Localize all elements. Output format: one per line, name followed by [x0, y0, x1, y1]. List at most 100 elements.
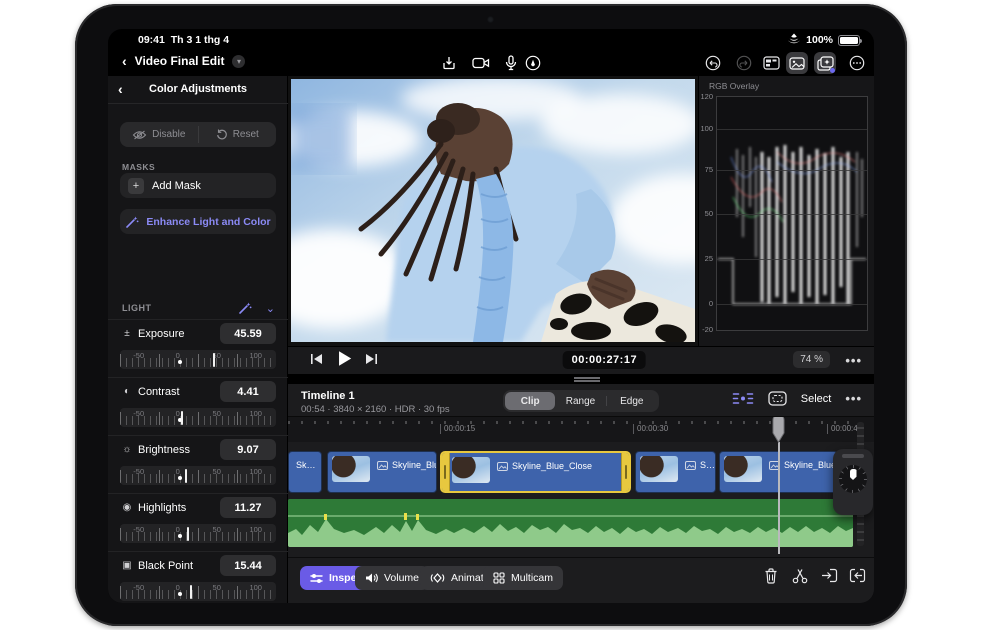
timeline-clip[interactable]: S…: [635, 451, 716, 493]
video-track: Sk… Skyline_Blue_Wide Skyline_Blue_Close: [288, 451, 874, 495]
tick-label: 50: [213, 467, 221, 476]
volume-button[interactable]: Volume: [355, 566, 429, 590]
skip-back-icon[interactable]: [310, 352, 324, 369]
tick-label: 100: [249, 409, 262, 418]
undo-icon[interactable]: [702, 52, 724, 74]
import-icon[interactable]: [438, 52, 460, 74]
brightness-value-field[interactable]: 9.07: [220, 439, 276, 460]
highlights-slider[interactable]: -50 0 50 100: [120, 524, 276, 543]
camera-icon[interactable]: [470, 52, 492, 74]
contrast-slider[interactable]: -50 0 50 100: [120, 408, 276, 427]
jog-drag-handle[interactable]: [842, 454, 864, 458]
timeline-ruler[interactable]: 00:00:15 00:00:30 00:00:45: [288, 416, 874, 442]
timeline-clip-selected[interactable]: Skyline_Blue_Close: [440, 451, 631, 493]
slider-row-black-point: ▣ Black Point 15.44 -50 0 50 100: [108, 551, 288, 603]
scissors-icon[interactable]: [792, 568, 808, 587]
panel-header: ‹ Color Adjustments: [108, 76, 288, 104]
highlights-value-field[interactable]: 11.27: [220, 497, 276, 518]
scope-axis-label: 75: [697, 165, 713, 174]
screen: 09:41 Th 3 1 thg 4 100% ‹ Video Final Ed…: [108, 29, 874, 603]
clip-thumbnail: [332, 456, 370, 482]
more-circle-icon[interactable]: [846, 52, 868, 74]
tick-label: 100: [249, 467, 262, 476]
tick-label: 0: [176, 525, 180, 534]
black-point-slider[interactable]: -50 0 50 100: [120, 582, 276, 601]
playhead-handle[interactable]: [771, 417, 786, 443]
slider-label: Exposure: [138, 328, 184, 340]
scope-axis-label: -20: [697, 325, 713, 334]
redo-icon[interactable]: [733, 52, 755, 74]
enhance-label: Enhance Light and Color: [146, 216, 270, 228]
reset-button[interactable]: Reset: [199, 122, 277, 147]
effects-badge-dot: [830, 68, 835, 73]
clip-append-icon[interactable]: [768, 391, 787, 406]
magnetic-timeline-icon[interactable]: [732, 391, 754, 406]
scope-axis-label: 120: [697, 92, 713, 101]
tick-label: 50: [213, 583, 221, 592]
timeline-name[interactable]: Timeline 1: [301, 390, 355, 402]
exposure-slider[interactable]: -50 0 50 100: [120, 350, 276, 369]
rgb-waveform-scope: [716, 96, 868, 331]
slider-row-exposure: ± Exposure 45.59 -50 0 50 100: [108, 319, 288, 377]
mode-edge[interactable]: Edge: [607, 392, 657, 410]
contrast-icon: ◐: [121, 386, 133, 397]
viewer-video-frame[interactable]: [291, 79, 695, 342]
contrast-value-field[interactable]: 4.41: [220, 381, 276, 402]
timeline-more-icon[interactable]: •••: [845, 391, 862, 406]
mode-range[interactable]: Range: [555, 392, 605, 410]
timeline-meta: 00:54 · 3840 × 2160 · HDR · 30 fps: [301, 404, 450, 415]
timeline-panel: Timeline 1 00:54 · 3840 × 2160 · HDR · 3…: [288, 384, 874, 603]
effects-icon[interactable]: [814, 52, 836, 74]
black-point-icon: ▣: [121, 560, 133, 571]
viewer-more-icon[interactable]: •••: [845, 353, 862, 368]
brightness-slider[interactable]: -50 0 50 100: [120, 466, 276, 485]
play-button[interactable]: [336, 350, 353, 370]
brightness-icon: ☼: [121, 444, 133, 455]
markup-pencil-icon[interactable]: [522, 52, 544, 74]
scope-axis-label: 100: [697, 124, 713, 133]
ipad-device-frame: 09:41 Th 3 1 thg 4 100% ‹ Video Final Ed…: [75, 4, 907, 626]
viewer-photo-icon[interactable]: [786, 52, 808, 74]
playhead-line[interactable]: [778, 442, 780, 554]
audio-track[interactable]: [288, 499, 853, 547]
color-adjustments-panel: ‹ Color Adjustments Disable Reset MASKS …: [108, 76, 288, 603]
select-button[interactable]: Select: [801, 393, 832, 405]
multicam-grid-icon: [493, 572, 505, 584]
media-browser-icon[interactable]: [760, 52, 782, 74]
jog-wheel-panel[interactable]: [833, 449, 873, 515]
photo-icon: [685, 461, 696, 470]
disable-button[interactable]: Disable: [120, 122, 198, 147]
highlights-icon: ◉: [121, 502, 133, 513]
scope-axis-label: 50: [697, 209, 713, 218]
tick-label: -50: [133, 583, 144, 592]
multicam-button[interactable]: Multicam: [483, 566, 563, 590]
disable-label: Disable: [152, 129, 185, 140]
skip-forward-icon[interactable]: [364, 352, 378, 369]
timeline-clip[interactable]: Skyline_Blue_Wide: [327, 451, 437, 493]
tick-label: 0: [176, 409, 180, 418]
exposure-value-field[interactable]: 45.59: [220, 323, 276, 344]
title-chevron-down-icon[interactable]: ▾: [232, 55, 245, 68]
project-title[interactable]: Video Final Edit: [135, 54, 225, 68]
multicam-label: Multicam: [511, 572, 553, 584]
add-mask-button[interactable]: + Add Mask: [120, 173, 276, 198]
light-collapse-chevron-icon[interactable]: ⌄: [266, 302, 275, 315]
wifi-icon: [787, 33, 801, 47]
slider-label: Brightness: [138, 444, 190, 456]
status-time: 09:41: [138, 34, 165, 46]
viewer-zoom-level[interactable]: 74 %: [793, 351, 830, 368]
light-wand-icon[interactable]: [238, 301, 252, 315]
trash-icon[interactable]: [764, 568, 778, 587]
timeline-resize-handle[interactable]: [574, 377, 600, 382]
microphone-icon[interactable]: [500, 52, 522, 74]
back-chevron-icon[interactable]: ‹: [122, 53, 127, 69]
mode-clip[interactable]: Clip: [505, 392, 555, 410]
insert-clip-icon[interactable]: [821, 568, 838, 586]
light-section-label: LIGHT: [122, 303, 238, 313]
viewer-panel: [288, 76, 698, 346]
tick-label: -50: [133, 525, 144, 534]
timeline-clip[interactable]: Sk…: [288, 451, 322, 493]
black-point-value-field[interactable]: 15.44: [220, 555, 276, 576]
timecode-display[interactable]: 00:00:27:17: [563, 351, 646, 369]
enhance-light-color-button[interactable]: Enhance Light and Color: [120, 209, 276, 234]
